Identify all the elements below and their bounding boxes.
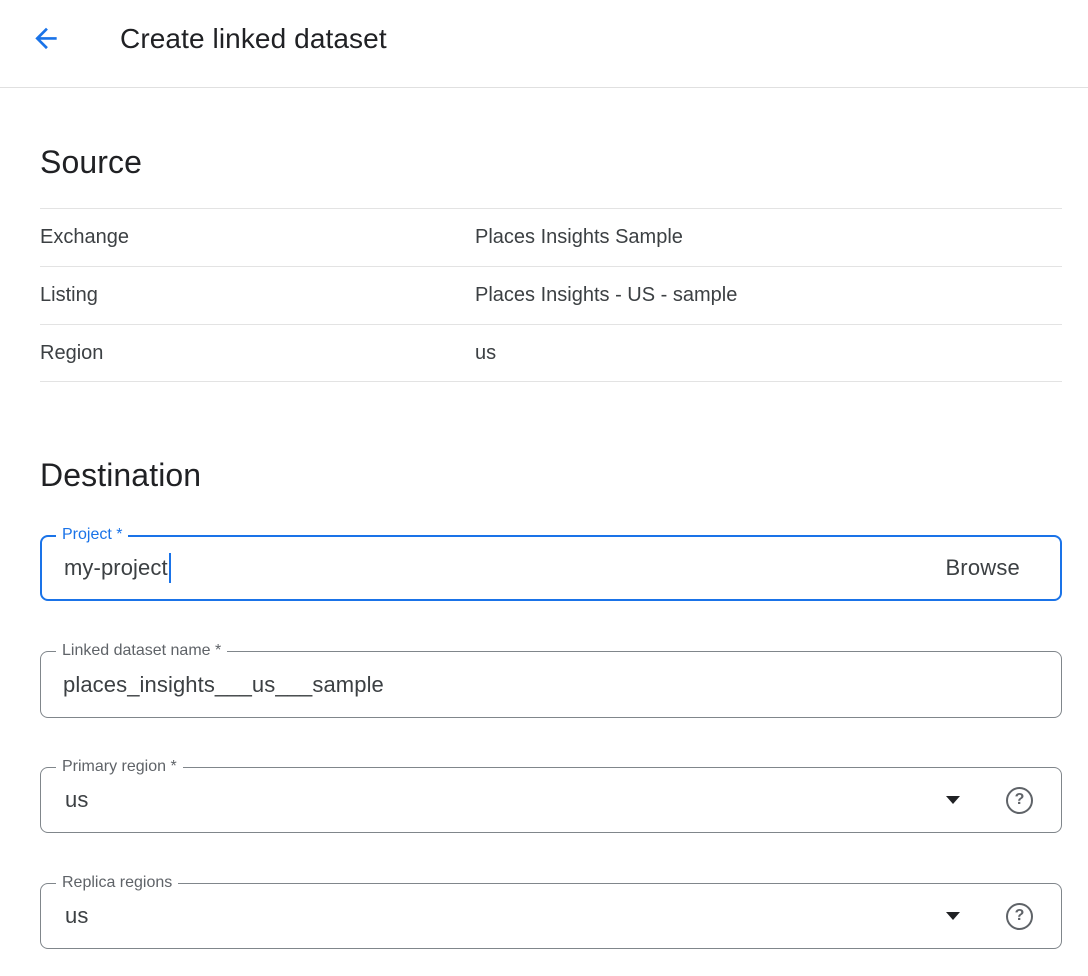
replica-regions-label: Replica regions — [56, 873, 178, 892]
listing-label: Listing — [40, 284, 475, 307]
primary-region-select[interactable]: us ? — [40, 767, 1062, 833]
replica-regions-select[interactable]: us ? — [40, 883, 1062, 949]
linked-dataset-name-value: places_insights___us___sample — [63, 672, 384, 698]
project-field-label: Project * — [56, 525, 128, 544]
source-heading: Source — [40, 143, 1062, 181]
region-value: us — [475, 342, 496, 365]
table-row-region: Region us — [40, 324, 1062, 382]
linked-dataset-name-field: Linked dataset name * places_insights___… — [40, 651, 1062, 718]
back-button[interactable] — [30, 22, 62, 54]
source-table: Exchange Places Insights Sample Listing … — [40, 208, 1062, 382]
primary-region-value: us — [65, 787, 88, 813]
help-icon[interactable]: ? — [1006, 903, 1033, 930]
exchange-value: Places Insights Sample — [475, 226, 683, 249]
project-input[interactable]: my-project Browse — [40, 535, 1062, 601]
table-row-exchange: Exchange Places Insights Sample — [40, 208, 1062, 266]
linked-dataset-name-label: Linked dataset name * — [56, 641, 227, 660]
table-row-listing: Listing Places Insights - US - sample — [40, 266, 1062, 324]
primary-region-label: Primary region * — [56, 757, 183, 776]
browse-button[interactable]: Browse — [945, 555, 1032, 581]
linked-dataset-name-input[interactable]: places_insights___us___sample — [40, 651, 1062, 718]
replica-regions-field: Replica regions us ? — [40, 883, 1062, 949]
chevron-down-icon — [946, 796, 960, 804]
arrow-back-icon — [30, 22, 62, 54]
project-input-value: my-project — [64, 555, 168, 581]
primary-region-field: Primary region * us ? — [40, 767, 1062, 833]
region-label: Region — [40, 342, 475, 365]
project-field: Project * my-project Browse — [40, 535, 1062, 601]
chevron-down-icon — [946, 912, 960, 920]
page-header: Create linked dataset — [0, 0, 1088, 88]
replica-regions-value: us — [65, 903, 88, 929]
main-content: Source Exchange Places Insights Sample L… — [0, 143, 1088, 949]
text-cursor — [169, 553, 171, 583]
page-title: Create linked dataset — [120, 22, 387, 55]
help-icon[interactable]: ? — [1006, 787, 1033, 814]
destination-heading: Destination — [40, 456, 1062, 494]
listing-value: Places Insights - US - sample — [475, 284, 737, 307]
exchange-label: Exchange — [40, 226, 475, 249]
